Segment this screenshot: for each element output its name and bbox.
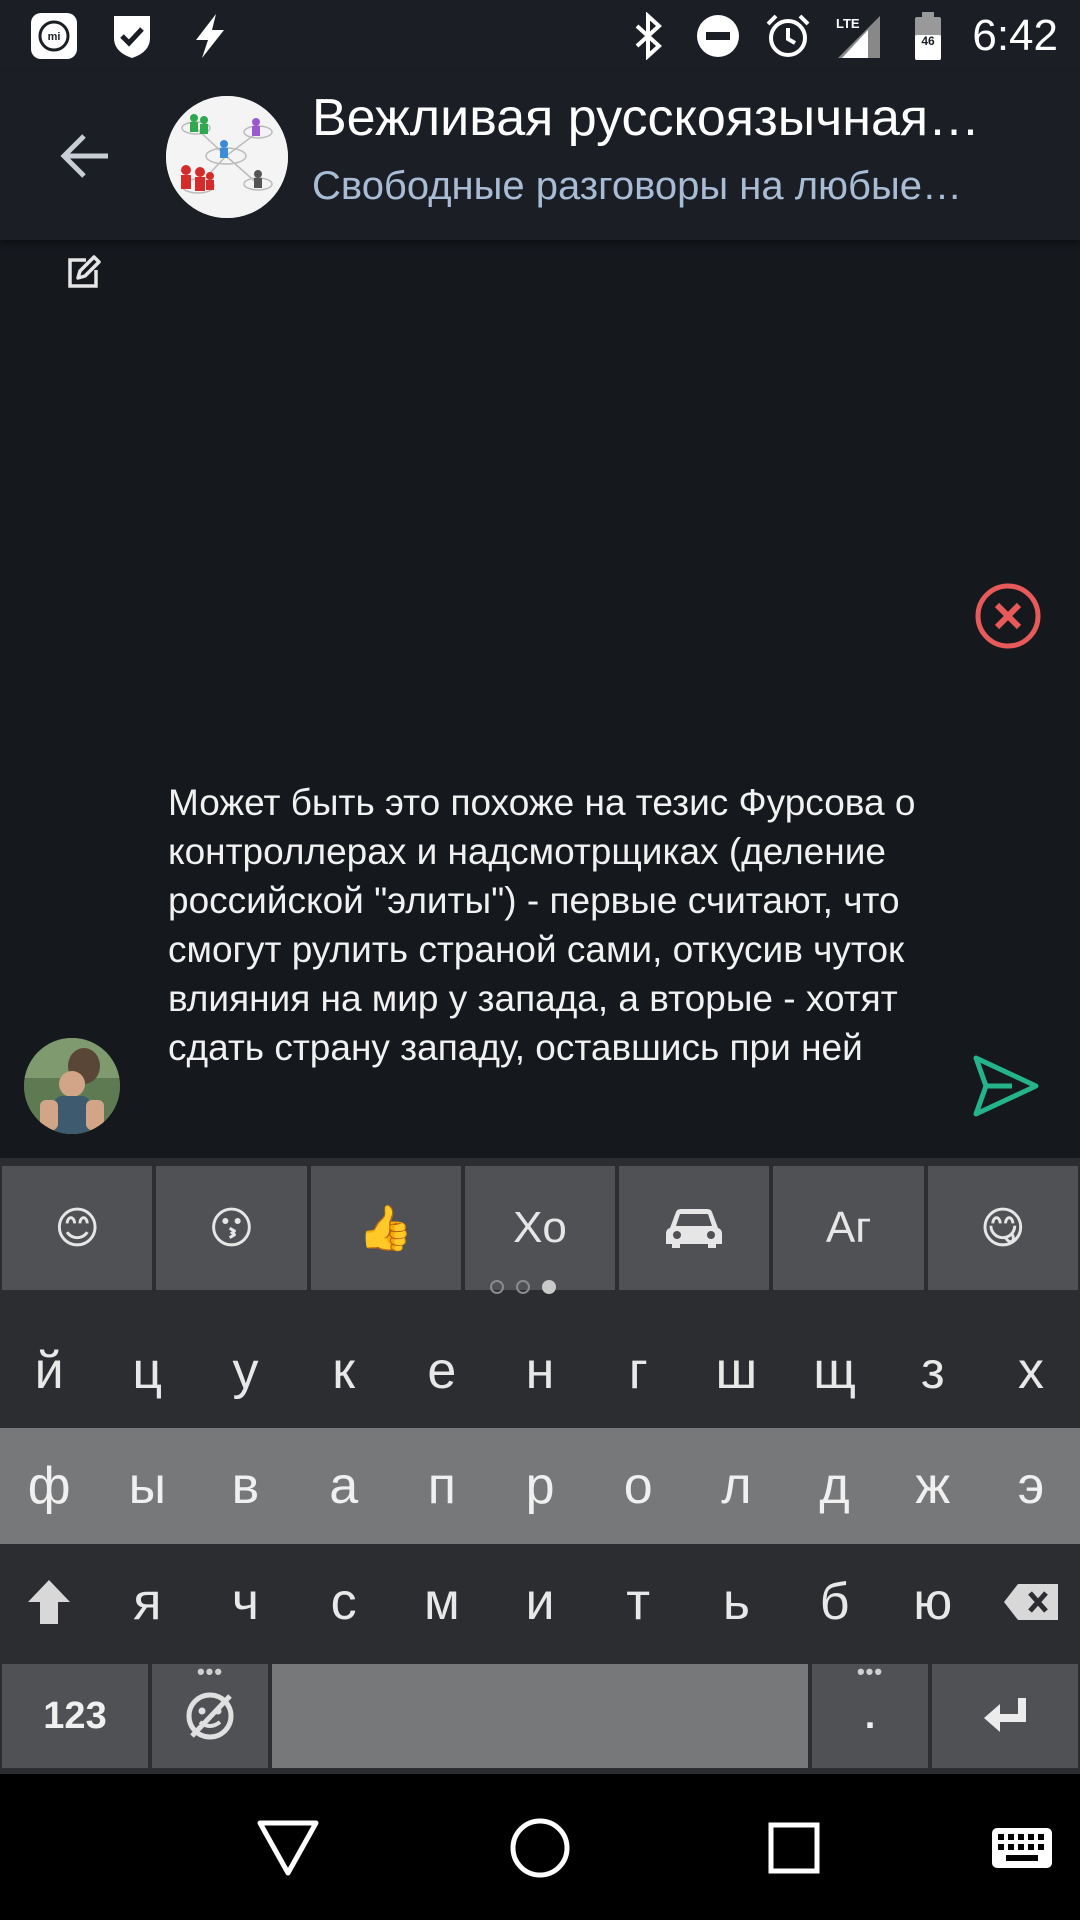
- key[interactable]: в: [196, 1428, 294, 1544]
- backspace-icon: [1003, 1584, 1058, 1620]
- period-label: .: [864, 1694, 876, 1737]
- circle-home-icon: [510, 1818, 570, 1878]
- key[interactable]: р: [491, 1428, 589, 1544]
- space-key[interactable]: [272, 1664, 808, 1768]
- page-dot: [516, 1280, 530, 1294]
- car-emoji-key[interactable]: [619, 1166, 770, 1290]
- key[interactable]: щ: [786, 1314, 884, 1428]
- key[interactable]: н: [491, 1314, 589, 1428]
- key[interactable]: х: [982, 1314, 1080, 1428]
- suggestion-page-indicator: [490, 1280, 556, 1294]
- key[interactable]: й: [0, 1314, 98, 1428]
- bluetooth-icon: [622, 10, 674, 62]
- key[interactable]: ы: [98, 1428, 196, 1544]
- key[interactable]: ш: [687, 1314, 785, 1428]
- keyboard-icon: [992, 1828, 1052, 1868]
- enter-key[interactable]: [932, 1664, 1078, 1768]
- key[interactable]: у: [196, 1314, 294, 1428]
- emoticon-ag-key[interactable]: Аг: [773, 1166, 924, 1290]
- svg-text:mi: mi: [48, 31, 61, 43]
- back-button[interactable]: [46, 118, 122, 194]
- battery-icon: 46: [902, 10, 954, 62]
- arrow-left-icon: [60, 134, 108, 178]
- key-row-1: й ц у к е н г ш щ з х: [0, 1314, 1080, 1428]
- key[interactable]: д: [786, 1428, 884, 1544]
- send-button[interactable]: [972, 1052, 1040, 1120]
- key-row-4: 123 ••• ••• .: [0, 1660, 1080, 1774]
- shield-check-icon: [106, 10, 158, 62]
- emoji-off-icon: [186, 1692, 234, 1740]
- key[interactable]: л: [687, 1428, 785, 1544]
- key[interactable]: ж: [884, 1428, 982, 1544]
- key[interactable]: ц: [98, 1314, 196, 1428]
- key[interactable]: ф: [0, 1428, 98, 1544]
- status-bar: mi LTE 46 6:42: [0, 0, 1080, 72]
- key[interactable]: с: [295, 1544, 393, 1660]
- close-circle-icon: [975, 583, 1041, 649]
- emoji-suggestion-row: 😊 😗 👍 Xo Аг 😋: [0, 1166, 1080, 1290]
- emoji-smile-key[interactable]: 😊: [2, 1166, 153, 1290]
- key-row-3: я ч с м и т ь б ю: [0, 1544, 1080, 1660]
- chat-header: Вежливая русскоязычная… Свободные разгов…: [0, 72, 1080, 240]
- send-icon: [973, 1055, 1039, 1117]
- keyboard: 😊 😗 👍 Xo Аг 😋 й ц у к е н г ш щ з х ф ы …: [0, 1158, 1080, 1774]
- key[interactable]: б: [786, 1544, 884, 1660]
- shift-arrow-icon: [28, 1580, 71, 1624]
- emoticon-xo-key[interactable]: Xo: [464, 1166, 616, 1290]
- navigation-bar: [0, 1774, 1080, 1920]
- key[interactable]: ю: [884, 1544, 982, 1660]
- message-input[interactable]: Может быть это похоже на тезис Фурсова о…: [168, 778, 928, 1158]
- key[interactable]: э: [982, 1428, 1080, 1544]
- key[interactable]: з: [884, 1314, 982, 1428]
- key[interactable]: т: [589, 1544, 687, 1660]
- backspace-key[interactable]: [982, 1544, 1080, 1660]
- triangle-back-icon: [257, 1820, 319, 1876]
- chat-avatar[interactable]: [166, 96, 288, 218]
- svg-text:LTE: LTE: [836, 16, 860, 31]
- numbers-key[interactable]: 123: [2, 1664, 148, 1768]
- key[interactable]: м: [393, 1544, 491, 1660]
- chat-subtitle[interactable]: Свободные разговоры на любые…: [312, 164, 1012, 209]
- edit-icon[interactable]: [64, 252, 104, 292]
- lightning-icon: [184, 10, 236, 62]
- key[interactable]: ь: [687, 1544, 785, 1660]
- key[interactable]: ч: [196, 1544, 294, 1660]
- network-people-icon: [166, 96, 288, 218]
- shift-key[interactable]: [0, 1544, 98, 1660]
- square-recents-icon: [768, 1822, 820, 1874]
- emoji-toggle-key[interactable]: •••: [152, 1659, 268, 1768]
- key[interactable]: е: [393, 1314, 491, 1428]
- do-not-disturb-icon: [692, 10, 744, 62]
- car-icon: [666, 1209, 723, 1248]
- more-options-dots: •••: [856, 1659, 884, 1684]
- key-row-2: ф ы в а п р о л д ж э: [0, 1428, 1080, 1544]
- key[interactable]: и: [491, 1544, 589, 1660]
- key[interactable]: г: [589, 1314, 687, 1428]
- key[interactable]: к: [295, 1314, 393, 1428]
- emoji-kiss-key[interactable]: 😗: [156, 1166, 307, 1290]
- user-avatar[interactable]: [24, 1038, 120, 1134]
- emoji-yum-key[interactable]: 😋: [927, 1166, 1078, 1290]
- nav-back-button[interactable]: [248, 1808, 328, 1888]
- emoji-thumbs-up-key[interactable]: 👍: [310, 1166, 461, 1290]
- nav-recents-button[interactable]: [754, 1808, 834, 1888]
- alarm-icon: [762, 10, 814, 62]
- key[interactable]: я: [98, 1544, 196, 1660]
- enter-arrow-icon: [984, 1698, 1026, 1732]
- page-dot-active: [542, 1280, 556, 1294]
- page-dot: [490, 1280, 504, 1294]
- key[interactable]: а: [295, 1428, 393, 1544]
- key[interactable]: п: [393, 1428, 491, 1544]
- key[interactable]: о: [589, 1428, 687, 1544]
- keyboard-switch-button[interactable]: [980, 1808, 1064, 1888]
- more-options-dots: •••: [196, 1659, 224, 1684]
- clock: 6:42: [972, 11, 1058, 60]
- lte-signal-icon: LTE: [832, 10, 884, 62]
- mi-icon: mi: [28, 10, 80, 62]
- nav-home-button[interactable]: [500, 1808, 580, 1888]
- period-key[interactable]: ••• .: [812, 1659, 928, 1768]
- chat-title[interactable]: Вежливая русскоязычная…: [312, 88, 1032, 148]
- cancel-edit-button[interactable]: [974, 582, 1042, 650]
- svg-text:46: 46: [922, 34, 936, 48]
